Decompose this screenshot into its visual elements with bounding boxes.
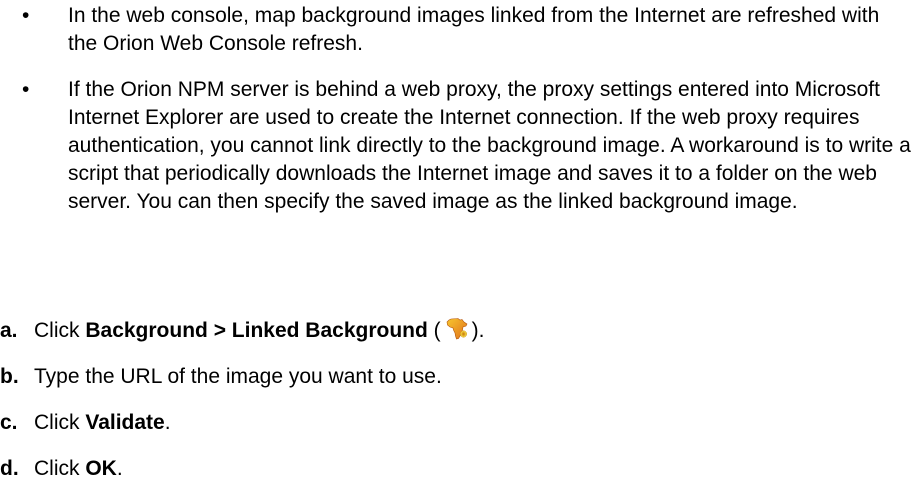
step-marker: c.: [0, 411, 18, 434]
step-b: b. Type the URL of the image you want to…: [0, 363, 912, 391]
step-prefix: Click: [34, 319, 86, 342]
document-page: • In the web console, map background ima…: [0, 0, 918, 494]
bullet-text: If the Orion NPM server is behind a web …: [68, 78, 911, 213]
step-suffix: .: [164, 411, 171, 434]
bullet-glyph: •: [22, 78, 30, 101]
close-paren: ).: [471, 319, 485, 342]
step-marker: a.: [0, 319, 18, 342]
step-a: a. Click Background > Linked Background …: [0, 317, 912, 345]
step-text: Type the URL of the image you want to us…: [34, 365, 442, 388]
step-d: d. Click OK.: [0, 455, 912, 483]
step-marker: d.: [0, 457, 19, 480]
africa-map-icon: [445, 317, 469, 341]
step-marker: b.: [0, 365, 19, 388]
bullet-glyph: •: [22, 4, 30, 27]
step-text: Click Background > Linked Background ( )…: [34, 317, 484, 345]
bullet-text: In the web console, map background image…: [68, 4, 880, 55]
step-text: Click OK.: [34, 455, 123, 483]
step-prefix: Click: [34, 457, 86, 480]
step-suffix: .: [116, 457, 123, 480]
validate-label: Validate: [85, 411, 165, 434]
step-prefix: Click: [34, 411, 86, 434]
open-paren: (: [427, 319, 441, 342]
menu-path: Background > Linked Background: [85, 319, 428, 342]
step-text: Click Validate.: [34, 409, 171, 437]
ok-label: OK: [85, 457, 117, 480]
step-c: c. Click Validate.: [0, 409, 912, 437]
